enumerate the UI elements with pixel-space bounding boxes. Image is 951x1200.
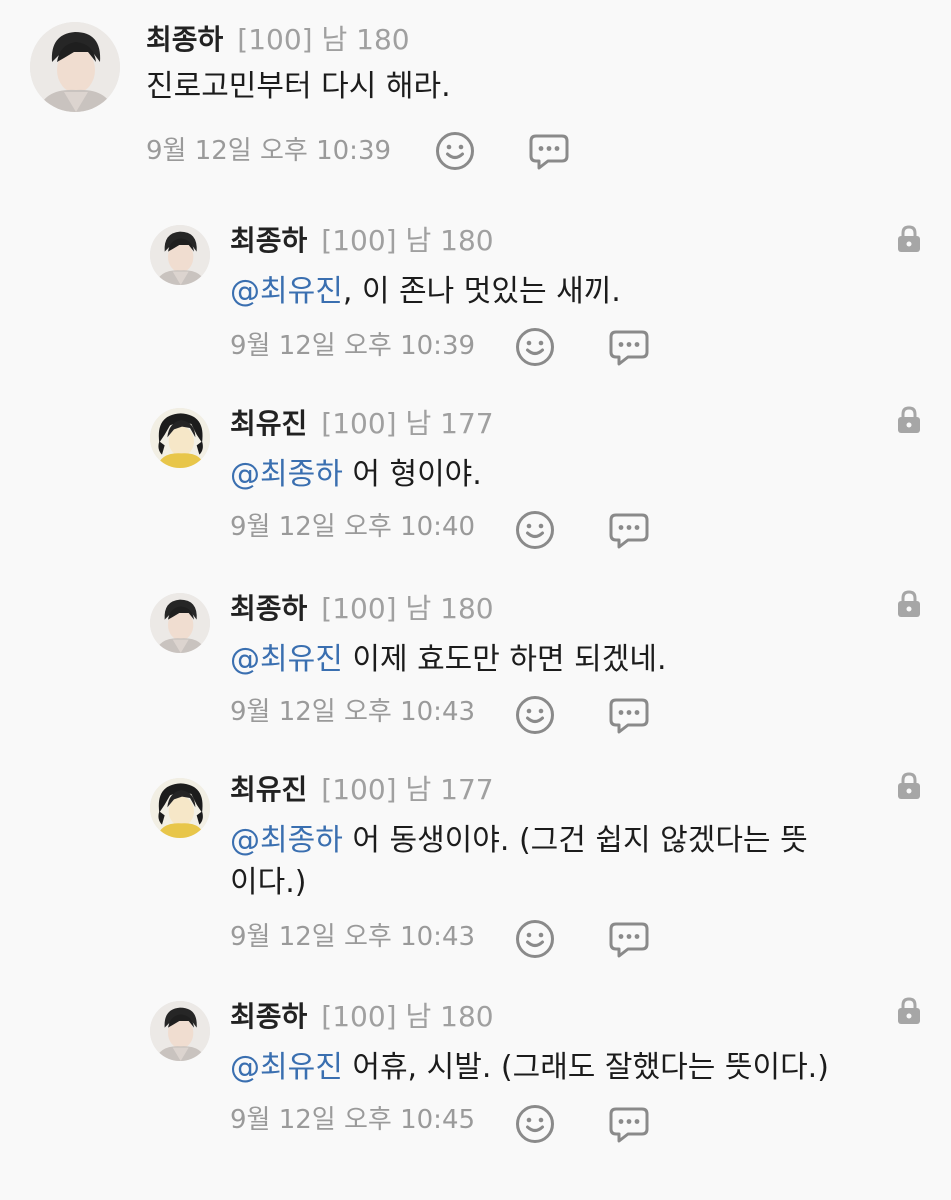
- comment-thread: 최종하 [100] 남 180 진로고민부터 다시 해라. 9월 12일 오후 1…: [0, 0, 951, 1200]
- mention-link[interactable]: @최종하: [230, 457, 343, 492]
- reply-item: 최종하 [100] 남 180 @최유진 이제 효도만 하면 되겠네. 9월 12…: [0, 563, 951, 748]
- mention-link[interactable]: @최유진: [230, 642, 343, 677]
- avatar[interactable]: [30, 22, 120, 112]
- smile-icon[interactable]: [434, 130, 476, 172]
- comment-text: 어 형이야.: [342, 457, 482, 492]
- lock-icon: [896, 772, 922, 800]
- avatar-jongha-image: [150, 225, 210, 285]
- avatar[interactable]: [150, 1001, 210, 1061]
- lock-icon: [896, 406, 922, 434]
- avatar[interactable]: [150, 778, 210, 838]
- comment-timestamp: 9월 12일 오후 10:43: [230, 697, 476, 727]
- comment-text: 이제 효도만 하면 되겠네.: [342, 642, 667, 677]
- speech-bubble-icon[interactable]: [608, 326, 650, 368]
- comment-timestamp: 9월 12일 오후 10:39: [230, 331, 476, 361]
- comment-user-meta: [100] 남 177: [321, 407, 494, 440]
- comment-user-meta: [100] 남 180: [321, 224, 494, 257]
- speech-bubble-icon[interactable]: [608, 1103, 650, 1145]
- avatar-jongha-image: [150, 1001, 210, 1061]
- mention-link[interactable]: @최종하: [230, 823, 343, 858]
- speech-bubble-icon[interactable]: [608, 918, 650, 960]
- comment-author[interactable]: 최종하: [230, 224, 307, 257]
- speech-bubble-icon[interactable]: [608, 694, 650, 736]
- comment-timestamp: 9월 12일 오후 10:43: [230, 922, 476, 952]
- avatar[interactable]: [150, 593, 210, 653]
- speech-bubble-icon[interactable]: [528, 130, 570, 172]
- comment-user-meta: [100] 남 180: [321, 1000, 494, 1033]
- comment-author[interactable]: 최유진: [230, 407, 307, 440]
- comment-body: 진로고민부터 다시 해라.: [146, 66, 906, 108]
- avatar-yujin-image: [150, 778, 210, 838]
- comment-author[interactable]: 최종하: [230, 592, 307, 625]
- smile-icon[interactable]: [514, 1103, 556, 1145]
- mention-link[interactable]: @최유진: [230, 274, 343, 309]
- comment-timestamp: 9월 12일 오후 10:40: [230, 512, 476, 542]
- comment-timestamp: 9월 12일 오후 10:45: [230, 1105, 476, 1135]
- avatar[interactable]: [150, 225, 210, 285]
- comment-body: @최유진, 이 존나 멋있는 새끼.: [230, 271, 910, 313]
- comment-user-meta: [100] 남 177: [321, 773, 494, 806]
- comment-body: @최종하 어 동생이야. (그건 쉽지 않겠다는 뜻이다.): [230, 820, 830, 904]
- avatar[interactable]: [150, 408, 210, 468]
- speech-bubble-icon[interactable]: [608, 509, 650, 551]
- comment-body: @최유진 이제 효도만 하면 되겠네.: [230, 639, 910, 681]
- comment-text: 어휴, 시발. (그래도 잘했다는 뜻이다.): [342, 1050, 829, 1085]
- mention-link[interactable]: @최유진: [230, 1050, 343, 1085]
- reply-item: 최종하 [100] 남 180 @최유진, 이 존나 멋있는 새끼. 9월 12일…: [0, 195, 951, 375]
- avatar-jongha-image: [150, 593, 210, 653]
- comment-text: , 이 존나 멋있는 새끼.: [342, 274, 621, 309]
- comment-text: 진로고민부터 다시 해라.: [146, 69, 451, 104]
- comment-body: @최종하 어 형이야.: [230, 454, 910, 496]
- smile-icon[interactable]: [514, 509, 556, 551]
- reply-item: 최유진 [100] 남 177 @최종하 어 동생이야. (그건 쉽지 않겠다는 …: [0, 748, 951, 973]
- comment-item: 최종하 [100] 남 180 진로고민부터 다시 해라. 9월 12일 오후 1…: [0, 0, 951, 195]
- comment-author[interactable]: 최종하: [146, 23, 223, 56]
- comment-body: @최유진 어휴, 시발. (그래도 잘했다는 뜻이다.): [230, 1047, 930, 1089]
- comment-author[interactable]: 최유진: [230, 773, 307, 806]
- comment-user-meta: [100] 남 180: [237, 23, 410, 56]
- avatar-jongha-image: [30, 22, 120, 112]
- avatar-yujin-image: [150, 408, 210, 468]
- smile-icon[interactable]: [514, 694, 556, 736]
- comment-author[interactable]: 최종하: [230, 1000, 307, 1033]
- smile-icon[interactable]: [514, 918, 556, 960]
- lock-icon: [896, 997, 922, 1025]
- comment-timestamp: 9월 12일 오후 10:39: [146, 136, 392, 166]
- comment-user-meta: [100] 남 180: [321, 592, 494, 625]
- reply-item: 최유진 [100] 남 177 @최종하 어 형이야. 9월 12일 오후 10:…: [0, 378, 951, 563]
- lock-icon: [896, 590, 922, 618]
- reply-item: 최종하 [100] 남 180 @최유진 어휴, 시발. (그래도 잘했다는 뜻이…: [0, 973, 951, 1173]
- lock-icon: [896, 225, 922, 253]
- smile-icon[interactable]: [514, 326, 556, 368]
